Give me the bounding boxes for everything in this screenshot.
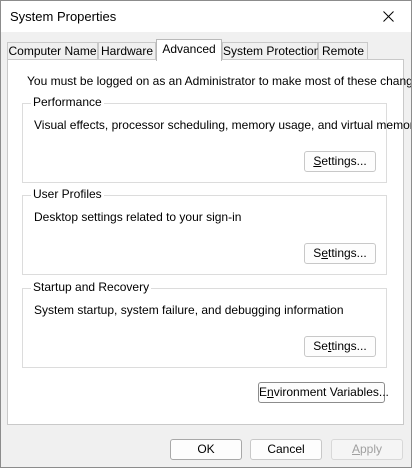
access-key: n	[267, 385, 274, 399]
access-key: e	[321, 246, 328, 260]
admin-note: You must be logged on as an Administrato…	[27, 74, 412, 88]
environment-variables-button[interactable]: Environment Variables...	[258, 382, 389, 403]
tab-computer-name[interactable]: Computer Name	[7, 42, 98, 60]
close-icon	[382, 11, 394, 22]
performance-settings-button[interactable]: Settings...	[304, 151, 376, 172]
user-profiles-group-label: User Profiles	[31, 187, 104, 201]
button-text: Se	[313, 339, 328, 353]
button-text: ettings...	[321, 154, 367, 168]
close-button[interactable]	[365, 1, 411, 32]
advanced-tab-panel: You must be logged on as an Administrato…	[7, 59, 411, 425]
cancel-button[interactable]: Cancel	[250, 439, 322, 460]
button-text: vironment Variables...	[273, 385, 389, 399]
system-properties-window: System Properties Computer Name Hardware…	[0, 0, 412, 468]
tab-hardware[interactable]: Hardware	[98, 42, 156, 60]
ok-button[interactable]: OK	[170, 439, 242, 460]
startup-recovery-description: System startup, system failure, and debu…	[34, 303, 344, 317]
user-profiles-group: User Profiles Desktop settings related t…	[22, 187, 387, 275]
startup-recovery-group-label: Startup and Recovery	[31, 280, 152, 294]
user-profiles-settings-button[interactable]: Settings...	[304, 243, 376, 264]
startup-recovery-group: Startup and Recovery System startup, sys…	[22, 280, 387, 368]
title-bar: System Properties	[1, 1, 411, 32]
button-text: E	[259, 385, 268, 399]
button-text: pply	[360, 442, 383, 456]
startup-recovery-settings-button[interactable]: Settings...	[304, 336, 376, 357]
tab-system-protection[interactable]: System Protection	[222, 42, 320, 60]
performance-group-label: Performance	[31, 95, 104, 109]
button-text: ttings...	[328, 246, 367, 260]
tab-strip: Computer Name Hardware Advanced System P…	[7, 39, 411, 61]
access-key: A	[351, 442, 360, 456]
apply-button[interactable]: Apply	[331, 439, 403, 460]
user-profiles-description: Desktop settings related to your sign-in	[34, 210, 242, 224]
button-text: tings...	[331, 339, 367, 353]
performance-group: Performance Visual effects, processor sc…	[22, 95, 411, 183]
window-title: System Properties	[10, 9, 117, 24]
tab-advanced[interactable]: Advanced	[156, 39, 222, 61]
tab-remote[interactable]: Remote	[318, 42, 368, 60]
performance-description: Visual effects, processor scheduling, me…	[34, 118, 412, 132]
